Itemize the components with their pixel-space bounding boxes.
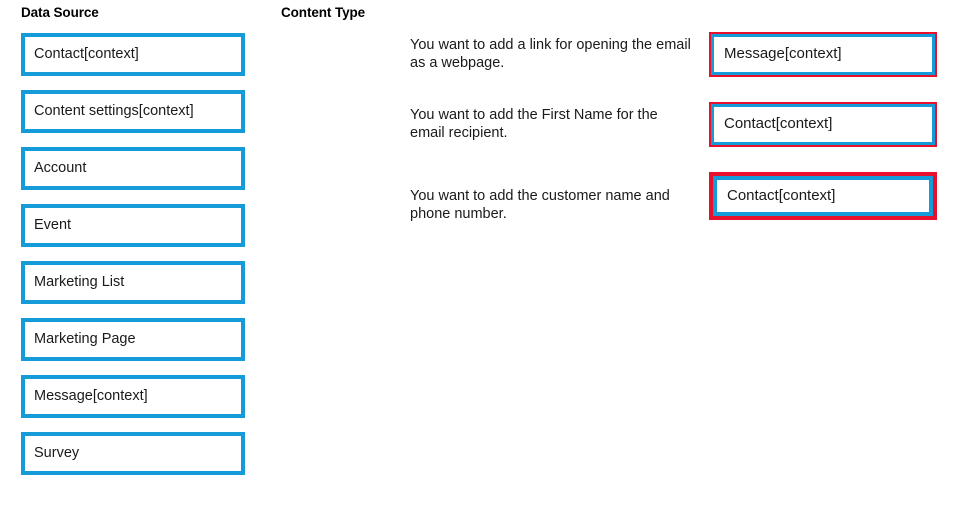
data-source-option-label: Marketing List [34, 273, 125, 290]
prompt-text: You want to add a link for opening the e… [410, 37, 691, 71]
data-source-option-label: Message[context] [34, 387, 148, 404]
prompt-text: You want to add the customer name and ph… [410, 188, 670, 222]
data-source-option-label: Marketing Page [34, 330, 136, 347]
answer-slot: Contact[context] [709, 102, 941, 172]
answer-box-inner: Message[context] [711, 34, 935, 75]
answer-label: Message[context] [724, 45, 842, 63]
content-type-column-heading: Content Type [281, 5, 366, 20]
data-source-column-heading: Data Source [21, 5, 99, 20]
answer-box-inner: Contact[context] [713, 176, 933, 216]
data-source-option[interactable]: Event [21, 204, 245, 247]
prompt-row: You want to add a link for opening the e… [410, 33, 700, 103]
answer-box-list: Message[context] Contact[context] Contac… [709, 32, 941, 242]
data-source-option-label: Event [34, 216, 72, 233]
data-source-option-label: Survey [34, 444, 80, 461]
data-source-option[interactable]: Message[context] [21, 375, 245, 418]
answer-box[interactable]: Contact[context] [709, 172, 937, 220]
answer-label: Contact[context] [724, 115, 833, 133]
data-source-option-label: Contact[context] [34, 45, 139, 62]
prompt-row: You want to add the First Name for the e… [410, 103, 700, 173]
answer-label: Contact[context] [727, 186, 836, 204]
data-source-option-list: Contact[context] Content settings[contex… [21, 33, 245, 489]
answer-slot: Message[context] [709, 32, 941, 102]
data-source-option[interactable]: Account [21, 147, 245, 190]
data-source-option[interactable]: Survey [21, 432, 245, 475]
answer-box[interactable]: Contact[context] [709, 102, 937, 147]
data-source-option[interactable]: Contact[context] [21, 33, 245, 76]
answer-box[interactable]: Message[context] [709, 32, 937, 77]
prompt-text: You want to add the First Name for the e… [410, 107, 658, 141]
answer-box-inner: Contact[context] [711, 104, 935, 145]
content-type-prompt-list: You want to add a link for opening the e… [410, 33, 700, 243]
data-source-option[interactable]: Content settings[context] [21, 90, 245, 133]
prompt-row: You want to add the customer name and ph… [410, 173, 700, 243]
data-source-option-label: Content settings[context] [34, 102, 194, 119]
answer-slot: Contact[context] [709, 172, 941, 242]
data-source-option-label: Account [34, 159, 87, 176]
data-source-option[interactable]: Marketing Page [21, 318, 245, 361]
data-source-option[interactable]: Marketing List [21, 261, 245, 304]
